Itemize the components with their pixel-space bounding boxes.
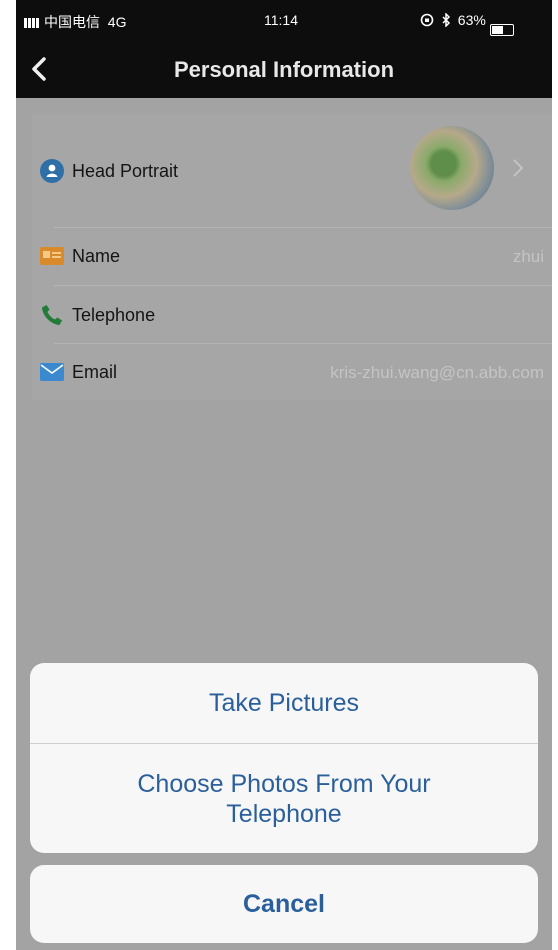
navigation-bar: Personal Information (16, 40, 552, 98)
avatar[interactable] (410, 126, 494, 210)
chevron-right-icon (513, 159, 524, 177)
orientation-lock-icon (420, 13, 434, 27)
page-title: Personal Information (173, 57, 395, 82)
app-frame: 中国电信 4G 11:14 63% Personal Information H… (16, 0, 552, 950)
email-value: kris-zhui.wang@cn.abb.com (330, 363, 544, 382)
battery-fill (491, 26, 503, 34)
row-name[interactable]: Name zhui (32, 228, 552, 286)
mail-icon (40, 363, 64, 381)
signal-icon (24, 18, 40, 28)
carrier-group: 中国电信 4G (24, 12, 126, 32)
status-time: 11:14 (264, 12, 298, 28)
telephone-label: Telephone (72, 305, 156, 325)
status-right-group: 63% (420, 12, 514, 36)
profile-list: Head Portrait Name zhui Telephone Email … (32, 114, 552, 400)
user-icon (40, 159, 64, 183)
battery-icon (489, 24, 514, 36)
network-type: 4G (107, 14, 127, 30)
status-bar: 中国电信 4G 11:14 63% (16, 0, 552, 40)
phone-icon (42, 305, 62, 325)
name-value: zhui (512, 247, 544, 266)
take-pictures-button[interactable]: Take Pictures (30, 663, 538, 743)
bluetooth-icon (442, 12, 450, 28)
email-label: Email (72, 362, 118, 382)
row-telephone[interactable]: Telephone (32, 286, 552, 344)
cancel-button[interactable]: Cancel (30, 865, 538, 943)
row-email[interactable]: Email kris-zhui.wang@cn.abb.com (32, 344, 552, 400)
id-card-icon (40, 247, 64, 265)
phone-screen: 中国电信 4G 11:14 63% Personal Information H… (0, 0, 558, 950)
head-portrait-label: Head Portrait (72, 161, 179, 181)
row-head-portrait[interactable]: Head Portrait (32, 114, 552, 228)
action-sheet: Take Pictures Choose Photos From Your Te… (30, 663, 538, 853)
name-label: Name (72, 246, 121, 266)
battery-percent: 63% (457, 12, 486, 28)
carrier-name: 中国电信 (44, 14, 100, 30)
choose-photos-button[interactable]: Choose Photos From Your Telephone (30, 744, 538, 853)
